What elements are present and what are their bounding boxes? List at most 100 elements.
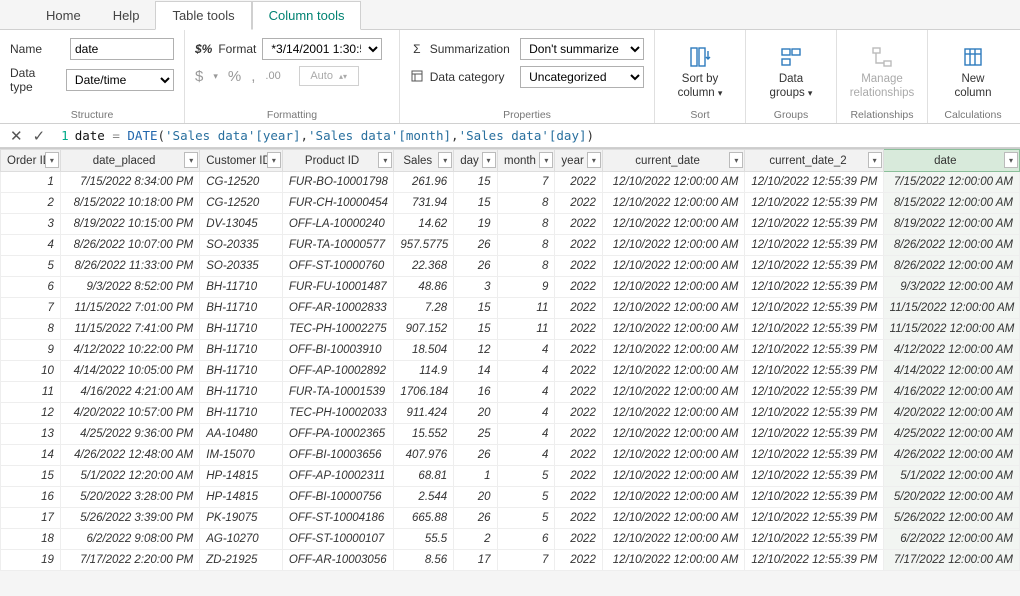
cell-current-date[interactable]: 12/10/2022 12:00:00 AM bbox=[602, 340, 744, 361]
cell-customer-id[interactable]: DV-13045 bbox=[200, 214, 283, 235]
cell-current-date-2[interactable]: 12/10/2022 12:55:39 PM bbox=[745, 172, 883, 193]
cell-month[interactable]: 7 bbox=[497, 550, 555, 571]
cell-sales[interactable]: 15.552 bbox=[394, 424, 454, 445]
cell-sales[interactable]: 731.94 bbox=[394, 193, 454, 214]
cell-sales[interactable]: 18.504 bbox=[394, 340, 454, 361]
cell-sales[interactable]: 14.62 bbox=[394, 214, 454, 235]
cell-current-date[interactable]: 12/10/2022 12:00:00 AM bbox=[602, 277, 744, 298]
cell-year[interactable]: 2022 bbox=[555, 508, 602, 529]
cell-current-date-2[interactable]: 12/10/2022 12:55:39 PM bbox=[745, 382, 883, 403]
cell-current-date-2[interactable]: 12/10/2022 12:55:39 PM bbox=[745, 214, 883, 235]
cell-day[interactable]: 26 bbox=[454, 445, 497, 466]
cell-customer-id[interactable]: SO-20335 bbox=[200, 256, 283, 277]
tab-column-tools[interactable]: Column tools bbox=[252, 1, 362, 30]
cell-day[interactable]: 14 bbox=[454, 361, 497, 382]
col-customer-id[interactable]: Customer ID▾ bbox=[200, 150, 283, 172]
cell-current-date[interactable]: 12/10/2022 12:00:00 AM bbox=[602, 382, 744, 403]
cell-year[interactable]: 2022 bbox=[555, 235, 602, 256]
cell-current-date[interactable]: 12/10/2022 12:00:00 AM bbox=[602, 256, 744, 277]
cell-order-id[interactable]: 13 bbox=[1, 424, 61, 445]
cell-month[interactable]: 8 bbox=[497, 235, 555, 256]
cell-month[interactable]: 8 bbox=[497, 256, 555, 277]
cell-order-id[interactable]: 1 bbox=[1, 172, 61, 193]
cell-customer-id[interactable]: BH-11710 bbox=[200, 319, 283, 340]
cell-date[interactable]: 5/26/2022 12:00:00 AM bbox=[883, 508, 1019, 529]
cell-month[interactable]: 8 bbox=[497, 193, 555, 214]
cell-date-placed[interactable]: 7/15/2022 8:34:00 PM bbox=[60, 172, 199, 193]
cell-month[interactable]: 5 bbox=[497, 466, 555, 487]
cell-date[interactable]: 11/15/2022 12:00:00 AM bbox=[883, 319, 1019, 340]
cell-order-id[interactable]: 7 bbox=[1, 298, 61, 319]
cell-product-id[interactable]: FUR-CH-10000454 bbox=[282, 193, 394, 214]
cell-date[interactable]: 7/17/2022 12:00:00 AM bbox=[883, 550, 1019, 571]
cell-customer-id[interactable]: BH-11710 bbox=[200, 382, 283, 403]
cell-sales[interactable]: 261.96 bbox=[394, 172, 454, 193]
col-product-id[interactable]: Product ID▾ bbox=[282, 150, 394, 172]
cell-year[interactable]: 2022 bbox=[555, 319, 602, 340]
table-row[interactable]: 104/14/2022 10:05:00 PMBH-11710OFF-AP-10… bbox=[1, 361, 1020, 382]
tab-help[interactable]: Help bbox=[97, 2, 156, 29]
cell-sales[interactable]: 1706.184 bbox=[394, 382, 454, 403]
cell-day[interactable]: 19 bbox=[454, 214, 497, 235]
cell-day[interactable]: 26 bbox=[454, 235, 497, 256]
col-year[interactable]: year▾ bbox=[555, 150, 602, 172]
cell-year[interactable]: 2022 bbox=[555, 172, 602, 193]
cell-year[interactable]: 2022 bbox=[555, 487, 602, 508]
cell-order-id[interactable]: 14 bbox=[1, 445, 61, 466]
cell-current-date[interactable]: 12/10/2022 12:00:00 AM bbox=[602, 319, 744, 340]
table-row[interactable]: 38/19/2022 10:15:00 PMDV-13045OFF-LA-100… bbox=[1, 214, 1020, 235]
cell-year[interactable]: 2022 bbox=[555, 529, 602, 550]
cell-product-id[interactable]: OFF-LA-10000240 bbox=[282, 214, 394, 235]
table-row[interactable]: 114/16/2022 4:21:00 AMBH-11710FUR-TA-100… bbox=[1, 382, 1020, 403]
cell-date[interactable]: 8/26/2022 12:00:00 AM bbox=[883, 256, 1019, 277]
summarization-select[interactable]: Don't summarize bbox=[520, 38, 644, 60]
table-row[interactable]: 17/15/2022 8:34:00 PMCG-12520FUR-BO-1000… bbox=[1, 172, 1020, 193]
cell-current-date-2[interactable]: 12/10/2022 12:55:39 PM bbox=[745, 424, 883, 445]
cell-year[interactable]: 2022 bbox=[555, 466, 602, 487]
table-row[interactable]: 69/3/2022 8:52:00 PMBH-11710FUR-FU-10001… bbox=[1, 277, 1020, 298]
new-column-button[interactable]: Newcolumn bbox=[938, 38, 1008, 107]
cell-year[interactable]: 2022 bbox=[555, 550, 602, 571]
cell-current-date[interactable]: 12/10/2022 12:00:00 AM bbox=[602, 403, 744, 424]
cell-month[interactable]: 4 bbox=[497, 340, 555, 361]
cell-order-id[interactable]: 16 bbox=[1, 487, 61, 508]
cell-year[interactable]: 2022 bbox=[555, 214, 602, 235]
cell-product-id[interactable]: OFF-AP-10002892 bbox=[282, 361, 394, 382]
cell-current-date-2[interactable]: 12/10/2022 12:55:39 PM bbox=[745, 445, 883, 466]
tab-table-tools[interactable]: Table tools bbox=[155, 1, 251, 30]
cell-order-id[interactable]: 5 bbox=[1, 256, 61, 277]
cell-month[interactable]: 4 bbox=[497, 403, 555, 424]
tab-home[interactable]: Home bbox=[30, 2, 97, 29]
cell-date-placed[interactable]: 4/26/2022 12:48:00 AM bbox=[60, 445, 199, 466]
table-row[interactable]: 186/2/2022 9:08:00 PMAG-10270OFF-ST-1000… bbox=[1, 529, 1020, 550]
cell-product-id[interactable]: OFF-PA-10002365 bbox=[282, 424, 394, 445]
cell-date[interactable]: 4/16/2022 12:00:00 AM bbox=[883, 382, 1019, 403]
table-row[interactable]: 144/26/2022 12:48:00 AMIM-15070OFF-BI-10… bbox=[1, 445, 1020, 466]
cell-date-placed[interactable]: 5/1/2022 12:20:00 AM bbox=[60, 466, 199, 487]
cell-customer-id[interactable]: PK-19075 bbox=[200, 508, 283, 529]
col-date-placed[interactable]: date_placed▾ bbox=[60, 150, 199, 172]
cell-year[interactable]: 2022 bbox=[555, 193, 602, 214]
cell-sales[interactable]: 68.81 bbox=[394, 466, 454, 487]
formula-input[interactable]: 1date = DATE('Sales data'[year],'Sales d… bbox=[55, 128, 1020, 143]
cell-day[interactable]: 20 bbox=[454, 487, 497, 508]
cell-date-placed[interactable]: 4/25/2022 9:36:00 PM bbox=[60, 424, 199, 445]
datatype-select[interactable]: Date/time bbox=[66, 69, 174, 91]
cell-current-date-2[interactable]: 12/10/2022 12:55:39 PM bbox=[745, 235, 883, 256]
col-current-date[interactable]: current_date▾ bbox=[602, 150, 744, 172]
cell-day[interactable]: 15 bbox=[454, 298, 497, 319]
col-order-id[interactable]: Order ID▾ bbox=[1, 150, 61, 172]
cell-date-placed[interactable]: 4/16/2022 4:21:00 AM bbox=[60, 382, 199, 403]
cell-month[interactable]: 6 bbox=[497, 529, 555, 550]
cell-date-placed[interactable]: 6/2/2022 9:08:00 PM bbox=[60, 529, 199, 550]
cell-date-placed[interactable]: 8/19/2022 10:15:00 PM bbox=[60, 214, 199, 235]
cell-current-date-2[interactable]: 12/10/2022 12:55:39 PM bbox=[745, 403, 883, 424]
cell-customer-id[interactable]: HP-14815 bbox=[200, 487, 283, 508]
cell-month[interactable]: 8 bbox=[497, 214, 555, 235]
cell-current-date[interactable]: 12/10/2022 12:00:00 AM bbox=[602, 172, 744, 193]
format-select[interactable]: *3/14/2001 1:30:55… bbox=[262, 38, 382, 60]
cell-customer-id[interactable]: AG-10270 bbox=[200, 529, 283, 550]
data-groups-button[interactable]: Datagroups ▾ bbox=[756, 38, 826, 107]
column-name-input[interactable] bbox=[70, 38, 174, 60]
table-row[interactable]: 175/26/2022 3:39:00 PMPK-19075OFF-ST-100… bbox=[1, 508, 1020, 529]
